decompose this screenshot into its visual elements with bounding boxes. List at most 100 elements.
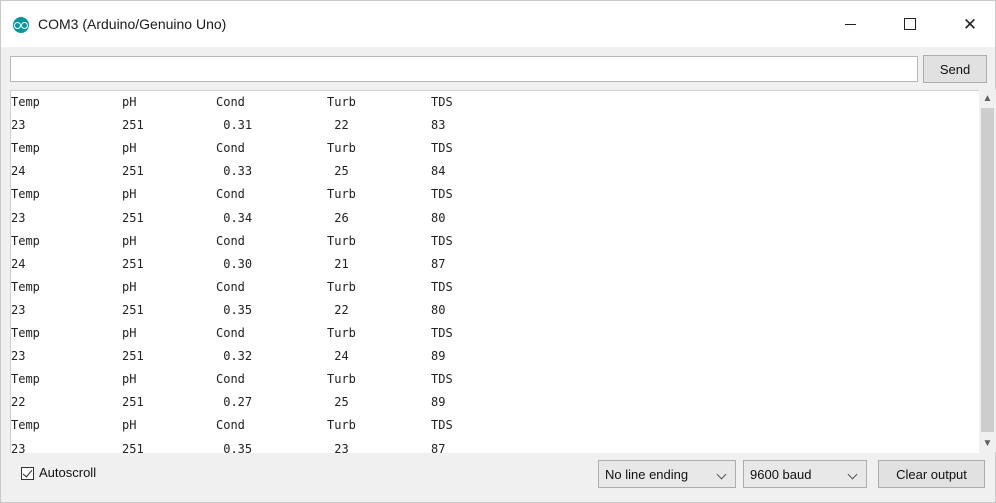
arduino-icon	[13, 17, 29, 33]
serial-output-cell: 21	[327, 256, 349, 271]
serial-output-cell: 251	[122, 395, 144, 410]
serial-output-cell: 0.35	[216, 302, 253, 317]
serial-output-cell: pH	[122, 233, 137, 248]
close-icon: ✕	[962, 14, 978, 34]
serial-output-cell: Turb	[327, 233, 356, 248]
serial-output-cell: pH	[122, 372, 137, 387]
serial-output-cell: 0.27	[216, 395, 253, 410]
serial-output-line: 23 251 0.35 23 87	[11, 438, 971, 454]
serial-output-cell: 22	[327, 302, 349, 317]
serial-monitor-window: COM3 (Arduino/Genuino Uno) ✕ Send Temp pH…	[0, 0, 996, 503]
serial-output-cell: 83	[431, 118, 446, 133]
scroll-up-icon[interactable]: ▲	[979, 90, 996, 107]
serial-output-cell: TDS	[431, 326, 453, 340]
scroll-thumb[interactable]	[981, 108, 994, 432]
serial-output-cell: pH	[122, 141, 137, 156]
serial-output-cell: 251	[122, 302, 144, 317]
clear-output-button[interactable]: Clear output	[878, 460, 985, 488]
maximize-button[interactable]	[887, 1, 933, 47]
minimize-icon	[844, 23, 856, 25]
serial-output-cell: 0.35	[216, 441, 253, 454]
bottom-bar: Autoscroll No line ending 9600 baud Clea…	[1, 456, 995, 502]
chevron-down-icon	[847, 469, 858, 480]
serial-output-cell: Turb	[327, 279, 356, 294]
serial-output-line: Temp pH Cond Turb TDS	[11, 183, 971, 206]
serial-output-cell: Cond	[216, 326, 245, 340]
serial-output-line: Temp pH Cond Turb TDS	[11, 91, 971, 114]
line-ending-select[interactable]: No line ending	[598, 460, 736, 488]
serial-output-line: 23 251 0.35 22 80	[11, 299, 971, 322]
serial-output-cell: TDS	[431, 233, 453, 248]
serial-output-cell: 23	[11, 302, 26, 317]
serial-output-cell: 0.33	[216, 164, 253, 179]
checkmark-icon	[22, 467, 33, 478]
serial-output-cell: pH	[122, 418, 137, 433]
close-button[interactable]: ✕	[947, 1, 993, 47]
serial-output-line: 24 251 0.30 21 87	[11, 253, 971, 276]
serial-output-cell: Temp	[11, 233, 40, 248]
serial-output-cell: 80	[431, 302, 446, 317]
serial-output-line: Temp pH Cond Turb TDS	[11, 276, 971, 299]
serial-output-cell: 251	[122, 210, 144, 225]
serial-output-cell: 24	[327, 349, 349, 364]
serial-output-cell: Cond	[216, 187, 245, 202]
serial-output-line: 23 251 0.32 24 89	[11, 345, 971, 368]
serial-output-cell: Temp	[11, 418, 40, 433]
serial-output-cell: 0.34	[216, 210, 253, 225]
serial-output-cell: Turb	[327, 326, 356, 340]
serial-output-cell: 87	[431, 441, 446, 454]
serial-output-cell: Turb	[327, 95, 356, 109]
serial-output-cell: 23	[327, 441, 349, 454]
serial-output-cell: Temp	[11, 326, 40, 340]
title-bar: COM3 (Arduino/Genuino Uno) ✕	[1, 1, 995, 47]
serial-output-cell: Cond	[216, 372, 245, 387]
baud-rate-select[interactable]: 9600 baud	[743, 460, 867, 488]
serial-output-cell: Cond	[216, 279, 245, 294]
serial-output-cell: 87	[431, 256, 446, 271]
serial-output-cell: Temp	[11, 279, 40, 294]
serial-output-line: Temp pH Cond Turb TDS	[11, 230, 971, 253]
serial-output-cell: Turb	[327, 418, 356, 433]
autoscroll-checkbox[interactable]	[21, 467, 34, 480]
serial-output-cell: 89	[431, 395, 446, 410]
serial-input[interactable]	[10, 56, 918, 82]
serial-output-cell: 23	[11, 118, 26, 133]
serial-output-cell: 0.30	[216, 256, 253, 271]
serial-output-cell: 23	[11, 210, 26, 225]
serial-output-line: Temp pH Cond Turb TDS	[11, 368, 971, 391]
serial-output-cell: pH	[122, 279, 137, 294]
serial-output-cell: 251	[122, 118, 144, 133]
vertical-scrollbar[interactable]: ▲ ▼	[979, 90, 996, 452]
serial-output-cell: 89	[431, 349, 446, 364]
serial-output-cell: TDS	[431, 141, 453, 156]
serial-output-cell: pH	[122, 326, 137, 340]
serial-output-cell: Temp	[11, 187, 40, 202]
serial-output-cell: Temp	[11, 141, 40, 156]
serial-output-cell: 251	[122, 164, 144, 179]
serial-output-cell: TDS	[431, 95, 453, 109]
serial-output[interactable]: Temp pH Cond Turb TDS 23 251 0.31 22 83 Temp pH Co…	[10, 90, 980, 453]
scroll-down-icon[interactable]: ▼	[979, 435, 996, 452]
maximize-icon	[904, 18, 916, 30]
send-button[interactable]: Send	[923, 55, 987, 83]
serial-output-cell: 251	[122, 441, 144, 454]
serial-output-line: 23 251 0.31 22 83	[11, 114, 971, 137]
serial-output-line: 22 251 0.27 25 89	[11, 391, 971, 414]
serial-output-cell: Temp	[11, 95, 40, 109]
serial-output-cell: TDS	[431, 418, 453, 433]
serial-output-cell: 251	[122, 349, 144, 364]
window-title: COM3 (Arduino/Genuino Uno)	[38, 16, 227, 32]
serial-output-cell: 251	[122, 256, 144, 271]
serial-output-cell: 22	[11, 395, 26, 410]
serial-output-cell: 25	[327, 164, 349, 179]
serial-output-cell: Turb	[327, 187, 356, 202]
autoscroll-label[interactable]: Autoscroll	[39, 465, 96, 480]
serial-output-cell: 25	[327, 395, 349, 410]
serial-output-line: 23 251 0.34 26 80	[11, 207, 971, 230]
serial-output-cell: 23	[11, 349, 26, 364]
serial-output-cell: 80	[431, 210, 446, 225]
serial-output-cell: TDS	[431, 279, 453, 294]
minimize-button[interactable]	[827, 1, 873, 47]
serial-output-cell: TDS	[431, 187, 453, 202]
baud-rate-value: 9600 baud	[750, 467, 812, 482]
